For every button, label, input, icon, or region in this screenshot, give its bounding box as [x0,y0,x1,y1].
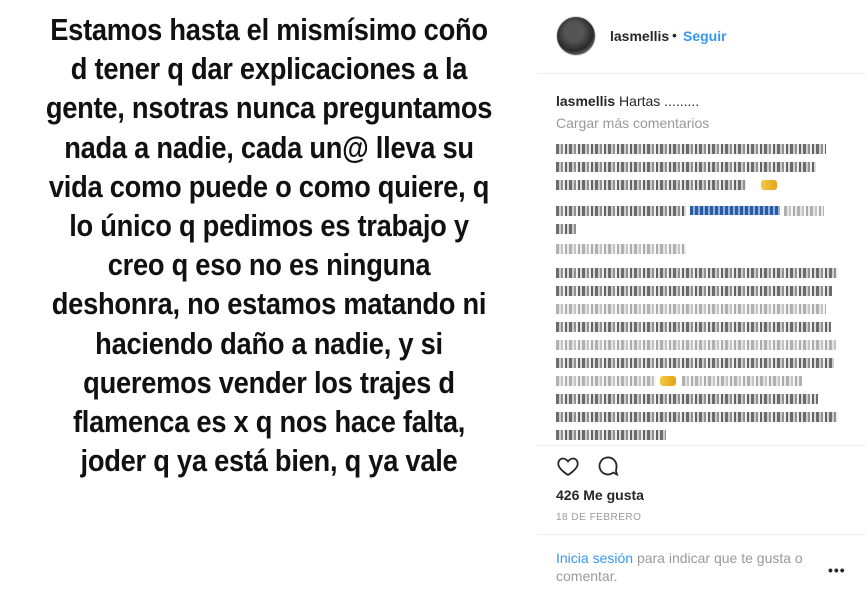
list-item [556,322,831,332]
login-prompt: Inicia sesión para indicar que te gusta … [556,549,826,585]
list-item [556,206,686,216]
emoji-icon [761,180,777,190]
follow-button[interactable]: Seguir [683,28,727,44]
post-caption: lasmellis Hartas ......... [556,93,699,109]
list-item [556,162,816,172]
likes-count[interactable]: 426 Me gusta [556,487,644,503]
list-item [556,180,746,190]
list-item [556,376,656,386]
caption-username-link[interactable]: lasmellis [556,93,615,109]
divider [537,445,866,446]
post-date[interactable]: 18 DE FEBRERO [556,512,641,523]
link-text [690,206,780,215]
avatar[interactable] [556,16,596,56]
more-options-button[interactable]: ••• [828,562,846,578]
login-link[interactable]: Inicia sesión [556,550,633,566]
post-side-panel: lasmellis • Seguir lasmellis Hartas ....… [537,0,866,597]
list-item [556,340,836,350]
post-image[interactable]: Estamos hasta el mismísimo coño d tener … [0,0,537,597]
header-separator: • [672,27,677,43]
list-item [556,304,826,314]
list-item [556,268,838,278]
list-item [556,430,666,440]
header-username-link[interactable]: lasmellis [610,28,669,44]
list-item [556,286,832,296]
list-item [556,412,838,422]
list-item [784,206,824,216]
list-item [682,376,802,386]
list-item [556,244,686,254]
caption-text: Hartas ......... [619,93,700,109]
comments-list[interactable] [556,140,846,442]
heart-icon[interactable] [556,454,580,478]
post-actions [556,454,620,478]
list-item [556,224,576,234]
post-header: lasmellis • Seguir [537,0,866,74]
list-item [556,394,818,404]
divider [537,534,866,535]
list-item [556,358,834,368]
load-more-comments-link[interactable]: Cargar más comentarios [556,115,709,131]
post-story-text: Estamos hasta el mismísimo coño d tener … [45,12,492,479]
emoji-icon [660,376,676,386]
list-item [556,144,826,154]
comment-bubble-icon[interactable] [596,454,620,478]
